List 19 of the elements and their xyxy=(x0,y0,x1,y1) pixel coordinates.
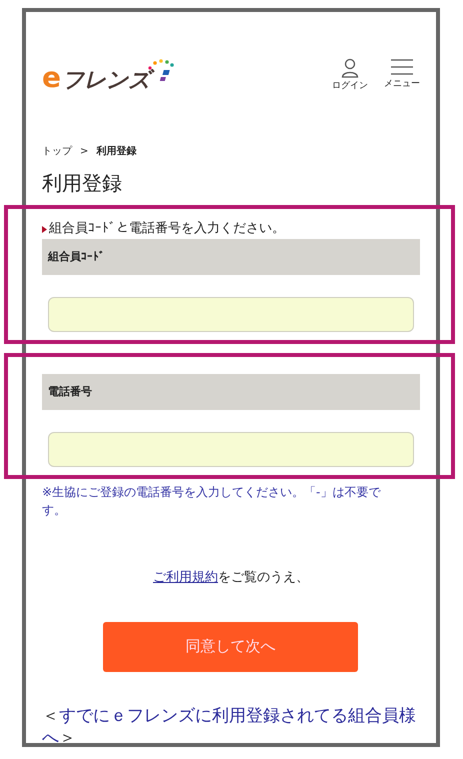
bullet-icon xyxy=(42,226,47,233)
menu-button[interactable]: メニュー xyxy=(384,58,420,94)
breadcrumb-current: 利用登録 xyxy=(96,144,136,159)
registered-members-link[interactable]: ＜すでにｅフレンズに利用登録されてる組合員様へ＞ xyxy=(42,704,420,749)
menu-icon xyxy=(390,58,414,76)
user-icon xyxy=(341,58,359,78)
field-label: 電話番号 xyxy=(42,374,420,410)
breadcrumb-separator: > xyxy=(80,145,88,159)
breadcrumb-link[interactable]: トップ xyxy=(42,144,72,159)
instruction-text: 組合員ｺｰﾄﾞと電話番号を入力ください。 xyxy=(49,221,285,238)
page-title: 利用登録 xyxy=(42,171,123,195)
terms-text: をご覧のうえ、 xyxy=(218,570,309,586)
terms-link[interactable]: ご利用規約 xyxy=(153,570,218,586)
input-field[interactable] xyxy=(48,296,414,332)
input-field[interactable] xyxy=(48,432,414,467)
login-link[interactable]: ログイン xyxy=(332,58,368,94)
note-text: ※生協にご登録の電話番号を入力してください。「-」は不要です。 xyxy=(42,484,382,520)
field-label: 組合員ｺｰﾄﾞ xyxy=(42,238,420,275)
logo[interactable]: e フレンズ xyxy=(42,58,174,92)
